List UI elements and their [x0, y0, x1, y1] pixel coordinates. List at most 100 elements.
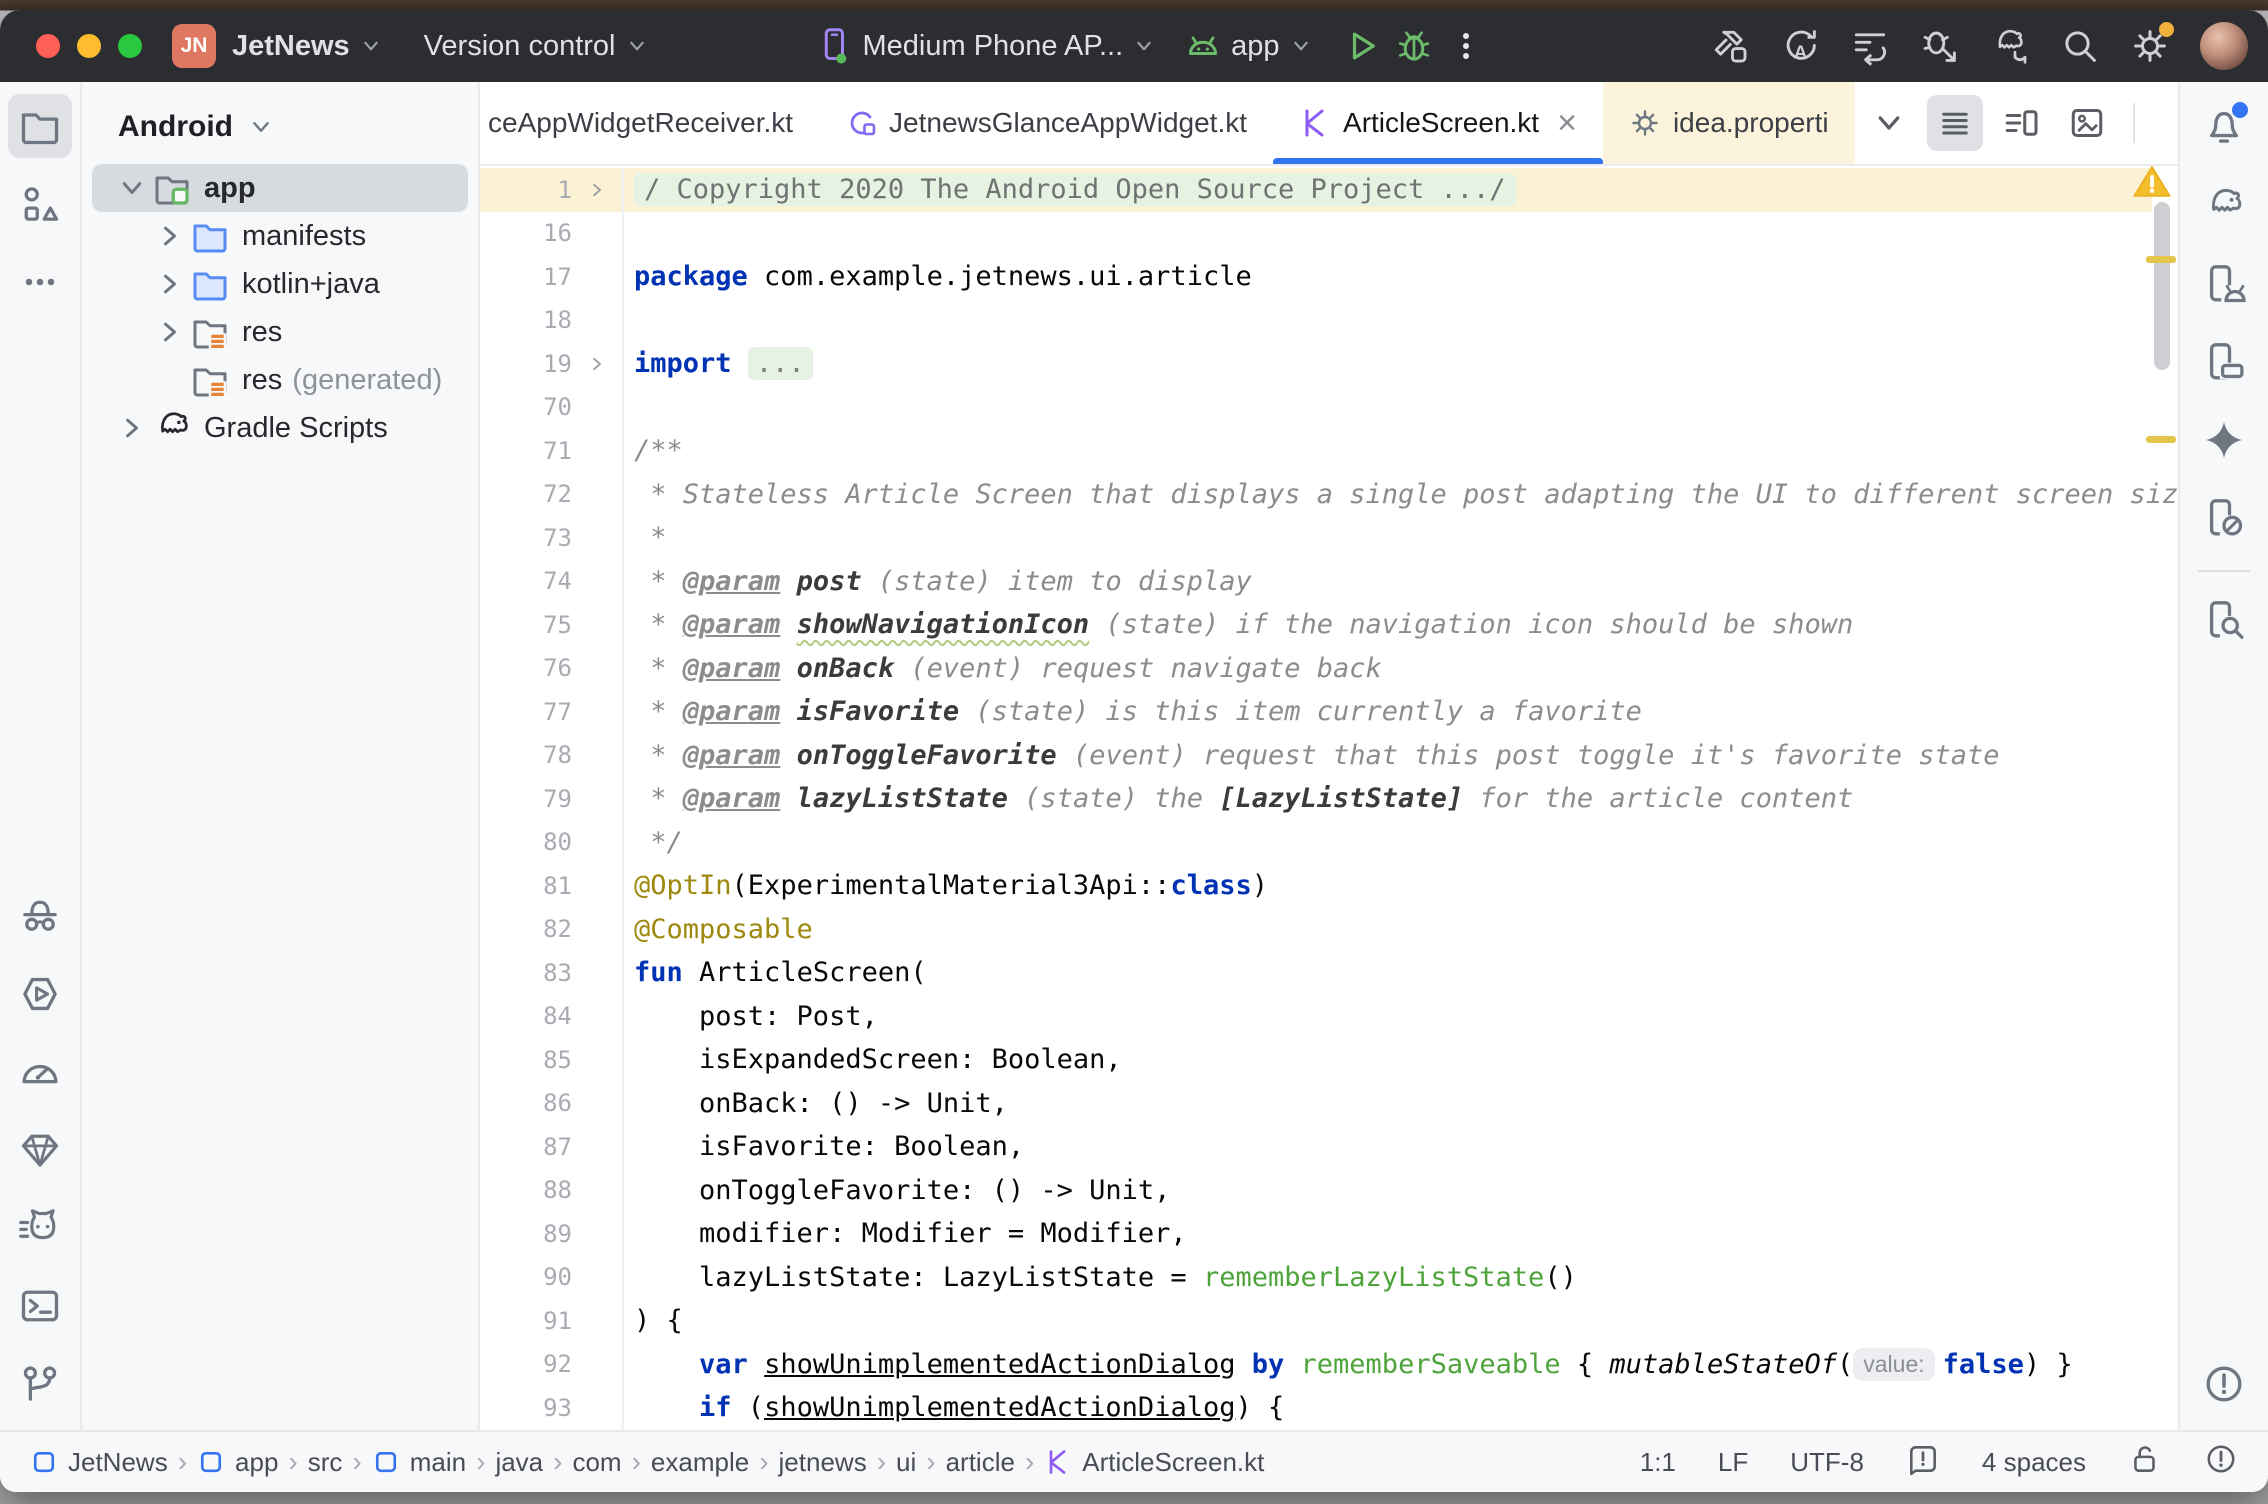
- line-number[interactable]: 17: [480, 263, 572, 291]
- fold-gutter[interactable]: [572, 352, 622, 376]
- tree-item-manifests[interactable]: manifests: [92, 212, 468, 260]
- close-tab-icon[interactable]: ×: [1557, 106, 1577, 140]
- more-tool-windows-tool-button[interactable]: [8, 250, 72, 314]
- close-window-button[interactable]: [36, 34, 60, 58]
- status-text-widget[interactable]: UTF-8: [1790, 1447, 1864, 1478]
- line-number[interactable]: 72: [480, 480, 572, 508]
- code-line-74[interactable]: 74 * @param post (state) item to display: [480, 560, 2152, 604]
- breadcrumb-item-app[interactable]: app: [197, 1447, 278, 1478]
- tree-item-res[interactable]: res: [92, 308, 468, 356]
- breadcrumb-item-src[interactable]: src: [308, 1447, 343, 1478]
- line-number[interactable]: 76: [480, 654, 572, 682]
- device-mirroring-tool-button[interactable]: [2192, 486, 2256, 550]
- line-number[interactable]: 87: [480, 1133, 572, 1161]
- inspection-warning-icon[interactable]: [2130, 166, 2174, 202]
- tab-articlescreen-kt[interactable]: ArticleScreen.kt×: [1273, 82, 1603, 164]
- code-line-18[interactable]: 18: [480, 299, 2152, 343]
- resource-manager-tool-button[interactable]: [8, 172, 72, 236]
- build-button[interactable]: [1704, 20, 1756, 72]
- status-lock-open-widget[interactable]: [2128, 1442, 2162, 1483]
- tab-jetnewsglanceappwidget-kt[interactable]: JetnewsGlanceAppWidget.kt: [819, 82, 1273, 164]
- project-view-selector[interactable]: Android: [82, 96, 478, 164]
- editor-scrollbar[interactable]: [2154, 202, 2170, 370]
- line-number[interactable]: 88: [480, 1176, 572, 1204]
- run-button[interactable]: [1336, 20, 1388, 72]
- code-line-85[interactable]: 85 isExpandedScreen: Boolean,: [480, 1038, 2152, 1082]
- scrollbar-warning-mark[interactable]: [2146, 256, 2176, 263]
- line-number[interactable]: 81: [480, 872, 572, 900]
- status-text-widget[interactable]: 1:1: [1640, 1447, 1676, 1478]
- code-line-86[interactable]: 86 onBack: () -> Unit,: [480, 1082, 2152, 1126]
- line-number[interactable]: 91: [480, 1307, 572, 1335]
- app-quality-insights-tool-button[interactable]: [8, 884, 72, 948]
- code-line-88[interactable]: 88 onToggleFavorite: () -> Unit,: [480, 1169, 2152, 1213]
- line-number[interactable]: 80: [480, 828, 572, 856]
- code-line-1[interactable]: 1/ Copyright 2020 The Android Open Sourc…: [480, 168, 2152, 212]
- project-selector[interactable]: JetNews: [232, 30, 384, 63]
- line-number[interactable]: 78: [480, 741, 572, 769]
- code-line-70[interactable]: 70: [480, 386, 2152, 430]
- breadcrumb-item-java[interactable]: java: [495, 1447, 543, 1478]
- breadcrumb-item-com[interactable]: com: [572, 1447, 621, 1478]
- line-number[interactable]: 83: [480, 959, 572, 987]
- gradle-tool-button[interactable]: [2192, 174, 2256, 238]
- code-line-19[interactable]: 19import ...: [480, 342, 2152, 386]
- status-text-widget[interactable]: 4 spaces: [1982, 1447, 2086, 1478]
- line-number[interactable]: 84: [480, 1002, 572, 1030]
- minimize-window-button[interactable]: [77, 34, 101, 58]
- line-number[interactable]: 16: [480, 219, 572, 247]
- code-line-78[interactable]: 78 * @param onToggleFavorite (event) req…: [480, 734, 2152, 778]
- line-number[interactable]: 18: [480, 306, 572, 334]
- line-number[interactable]: 74: [480, 567, 572, 595]
- line-number[interactable]: 73: [480, 524, 572, 552]
- fold-gutter[interactable]: [572, 178, 622, 202]
- code-line-89[interactable]: 89 modifier: Modifier = Modifier,: [480, 1212, 2152, 1256]
- problems-tool-button[interactable]: [2192, 1352, 2256, 1416]
- tree-item-app[interactable]: app: [92, 164, 468, 212]
- breadcrumb-item-main[interactable]: main: [372, 1447, 466, 1478]
- line-number[interactable]: 86: [480, 1089, 572, 1117]
- line-number[interactable]: 79: [480, 785, 572, 813]
- line-number[interactable]: 82: [480, 915, 572, 943]
- code-line-81[interactable]: 81@OptIn(ExperimentalMaterial3Api::class…: [480, 864, 2152, 908]
- code-line-84[interactable]: 84 post: Post,: [480, 995, 2152, 1039]
- line-number[interactable]: 90: [480, 1263, 572, 1291]
- code-line-75[interactable]: 75 * @param showNavigationIcon (state) i…: [480, 603, 2152, 647]
- line-number[interactable]: 71: [480, 437, 572, 465]
- breadcrumb-item-articlescreen-kt[interactable]: ArticleScreen.kt: [1044, 1447, 1264, 1478]
- line-number[interactable]: 89: [480, 1220, 572, 1248]
- tree-item-gradle-scripts[interactable]: Gradle Scripts: [92, 404, 468, 452]
- code-line-93[interactable]: 93 if (showUnimplementedActionDialog) {: [480, 1386, 2152, 1430]
- status-text-widget[interactable]: LF: [1718, 1447, 1748, 1478]
- scrollbar-warning-mark[interactable]: [2146, 436, 2176, 443]
- project-folder-tool-button[interactable]: [8, 94, 72, 158]
- code-line-92[interactable]: 92 var showUnimplementedActionDialog by …: [480, 1343, 2152, 1387]
- hidden-tabs-chevron-button[interactable]: [1861, 95, 1917, 151]
- code-line-71[interactable]: 71/**: [480, 429, 2152, 473]
- code-line-91[interactable]: 91) {: [480, 1299, 2152, 1343]
- code-line-83[interactable]: 83fun ArticleScreen(: [480, 951, 2152, 995]
- device-explorer-tool-button[interactable]: [8, 1196, 72, 1260]
- status-inspections-widget[interactable]: [1906, 1442, 1940, 1483]
- notifications-tool-button[interactable]: [2192, 96, 2256, 160]
- gemini-tool-button[interactable]: [2192, 408, 2256, 472]
- profiler-tool-button[interactable]: [8, 1040, 72, 1104]
- line-number[interactable]: 77: [480, 698, 572, 726]
- version-control-menu[interactable]: Version control: [424, 30, 650, 63]
- line-number[interactable]: 1: [480, 176, 572, 204]
- code-line-16[interactable]: 16: [480, 212, 2152, 256]
- code-line-82[interactable]: 82@Composable: [480, 908, 2152, 952]
- line-number[interactable]: 93: [480, 1394, 572, 1422]
- split-view-button[interactable]: [1993, 95, 2049, 151]
- search-everywhere-button[interactable]: [2054, 20, 2106, 72]
- breadcrumb-item-ui[interactable]: ui: [896, 1447, 916, 1478]
- breadcrumb-item-jetnews[interactable]: jetnews: [779, 1447, 867, 1478]
- line-number[interactable]: 92: [480, 1350, 572, 1378]
- run-configuration-selector[interactable]: app: [1183, 26, 1313, 66]
- code-editor[interactable]: 1/ Copyright 2020 The Android Open Sourc…: [480, 166, 2178, 1430]
- attach-debugger-button[interactable]: [1914, 20, 1966, 72]
- line-number[interactable]: 85: [480, 1046, 572, 1074]
- code-line-76[interactable]: 76 * @param onBack (event) request navig…: [480, 647, 2152, 691]
- more-run-options-button[interactable]: [1440, 20, 1492, 72]
- tab-idea-properti[interactable]: idea.properti: [1603, 82, 1855, 164]
